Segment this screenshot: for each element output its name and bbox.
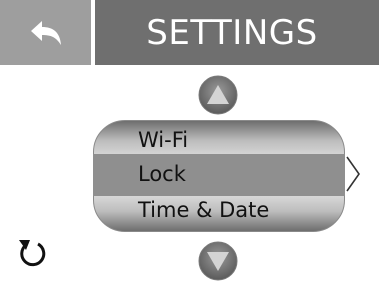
list-item-lock[interactable]: Lock	[138, 161, 186, 187]
scroll-down-button[interactable]	[197, 240, 239, 282]
list-item-wifi[interactable]: Wi-Fi	[138, 127, 188, 153]
back-button[interactable]	[0, 0, 91, 65]
list-item-time-date[interactable]: Time & Date	[138, 197, 269, 223]
settings-screen: SETTINGS Wi-Fi Lock Time & Date	[0, 0, 379, 291]
chevron-right-icon[interactable]	[345, 153, 363, 195]
refresh-button[interactable]	[16, 236, 46, 270]
list-item-selected-highlight	[93, 154, 345, 196]
back-arrow-icon	[30, 20, 61, 45]
title-bar: SETTINGS	[95, 0, 379, 65]
page-title: SETTINGS	[146, 12, 318, 53]
refresh-icon	[19, 240, 46, 267]
scroll-up-button[interactable]	[197, 74, 239, 116]
